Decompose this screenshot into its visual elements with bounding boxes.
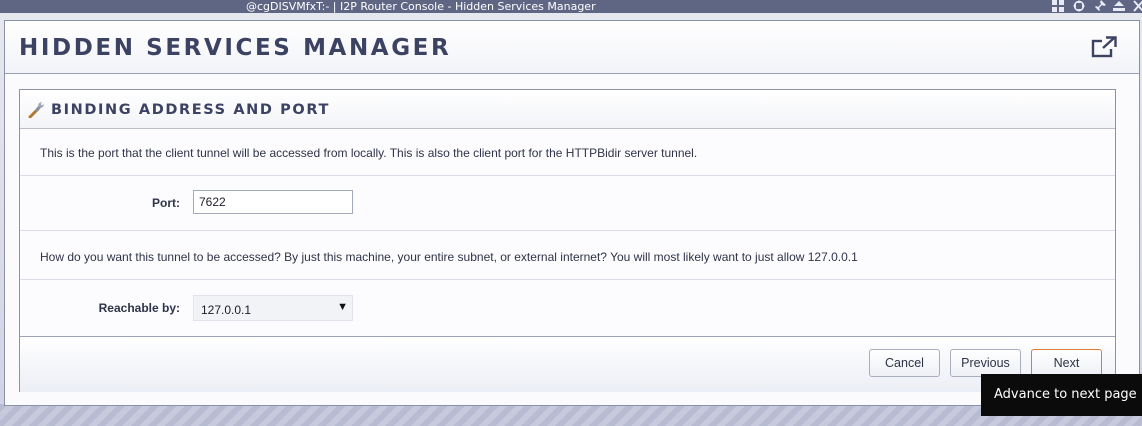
- tile-icon[interactable]: [1051, 0, 1065, 13]
- port-input[interactable]: 7622: [193, 190, 353, 214]
- previous-button[interactable]: Previous: [950, 349, 1021, 377]
- reachable-by-value: 127.0.0.1: [201, 303, 252, 317]
- port-label: Port:: [152, 196, 180, 210]
- cancel-button[interactable]: Cancel: [869, 349, 940, 377]
- reach-description-row: How do you want this tunnel to be access…: [20, 231, 1115, 280]
- binding-section: BINDING ADDRESS AND PORT This is the por…: [19, 89, 1116, 392]
- pin-icon[interactable]: [1093, 0, 1107, 13]
- panel-header: HIDDEN SERVICES MANAGER: [5, 21, 1139, 74]
- close-icon[interactable]: [1131, 0, 1142, 13]
- page-title: HIDDEN SERVICES MANAGER: [19, 35, 452, 61]
- hidden-services-panel: HIDDEN SERVICES MANAGER BINDING ADDRESS …: [4, 20, 1140, 406]
- window-titlebar: @cgDISVMfxT:- | I2P Router Console - Hid…: [0, 0, 1142, 13]
- reach-label: Reachable by:: [98, 301, 180, 315]
- window-title: @cgDISVMfxT:- | I2P Router Console - Hid…: [246, 0, 596, 13]
- wrench-icon: [28, 102, 44, 119]
- reachable-by-select[interactable]: 127.0.0.1 ▼: [193, 295, 353, 321]
- move-icon[interactable]: [1072, 0, 1086, 13]
- port-description: This is the port that the client tunnel …: [40, 146, 698, 160]
- section-title: BINDING ADDRESS AND PORT: [51, 102, 330, 118]
- port-description-row: This is the port that the client tunnel …: [20, 128, 1115, 176]
- reach-row: Reachable by: 127.0.0.1 ▼: [20, 280, 1115, 337]
- decorative-stripe: [0, 404, 1142, 426]
- wizard-buttons: Cancel Previous Next: [20, 337, 1115, 392]
- popout-icon[interactable]: [1091, 36, 1117, 58]
- next-button[interactable]: Next: [1031, 349, 1102, 377]
- shade-icon[interactable]: [1112, 0, 1126, 13]
- next-tooltip: Advance to next page: [981, 374, 1142, 416]
- dropdown-arrow-icon: ▼: [337, 301, 348, 313]
- reach-description: How do you want this tunnel to be access…: [40, 250, 858, 264]
- section-header: BINDING ADDRESS AND PORT: [20, 90, 1115, 129]
- port-row: Port: 7622: [20, 176, 1115, 231]
